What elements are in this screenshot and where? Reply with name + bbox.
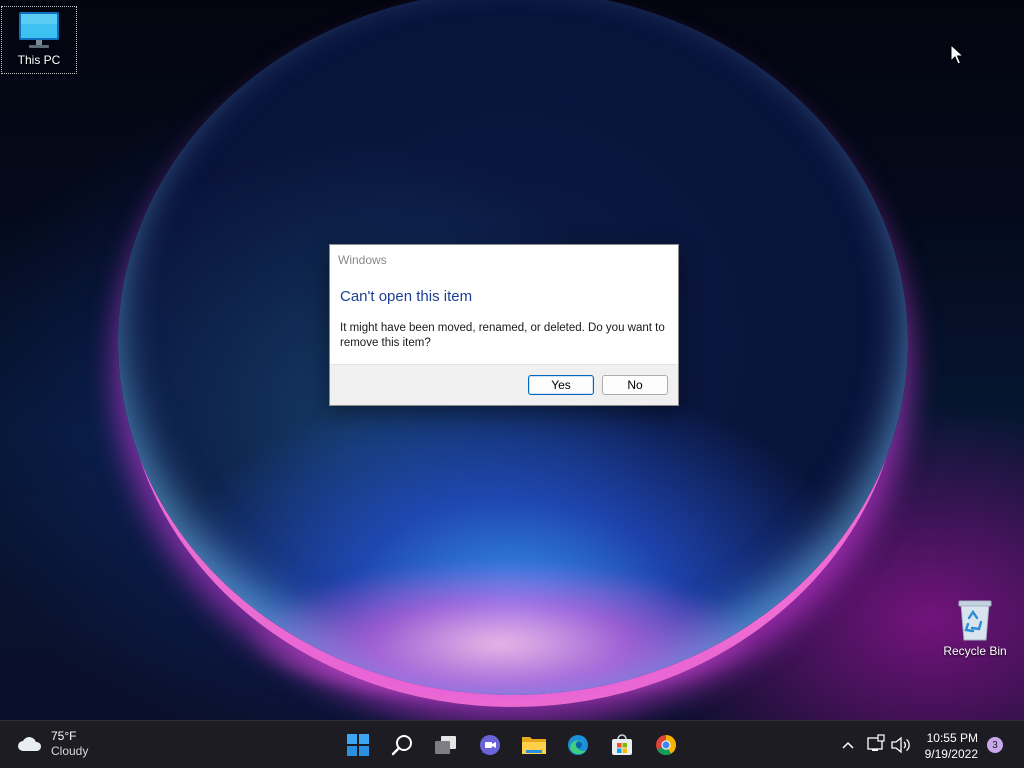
search-icon — [391, 735, 412, 756]
error-dialog: Windows Can't open this item It might ha… — [329, 244, 679, 406]
computer-icon — [19, 12, 59, 48]
file-explorer-button[interactable] — [512, 721, 556, 768]
chrome-icon — [656, 735, 677, 756]
taskbar: 75°F Cloudy 10:55 PM 9/19/2022 3 — [0, 720, 1024, 768]
chrome-button[interactable] — [644, 721, 688, 768]
file-explorer-icon — [522, 737, 546, 754]
edge-icon — [568, 735, 588, 755]
notification-badge[interactable]: 3 — [987, 737, 1003, 753]
no-button[interactable]: No — [602, 375, 668, 395]
store-button[interactable] — [600, 721, 644, 768]
edge-button[interactable] — [556, 721, 600, 768]
desktop-icon-label: This PC — [17, 53, 61, 67]
chat-button[interactable] — [468, 721, 512, 768]
clock-time: 10:55 PM — [926, 731, 978, 745]
clock-date: 9/19/2022 — [924, 747, 978, 761]
wallpaper-glow — [240, 560, 760, 700]
weather-widget[interactable]: 75°F Cloudy — [17, 729, 88, 759]
windows-start-icon — [347, 734, 369, 756]
dialog-button-bar: Yes No — [330, 364, 678, 405]
weather-temperature: 75°F — [51, 729, 77, 743]
recycle-bin-icon — [958, 600, 992, 641]
dialog-caption: Windows — [338, 253, 387, 267]
cloud-icon — [18, 737, 42, 751]
desktop-icon-recycle-bin[interactable]: Recycle Bin — [937, 596, 1013, 664]
dialog-message: It might have been moved, renamed, or de… — [340, 322, 665, 349]
yes-button[interactable]: Yes — [528, 375, 594, 395]
desktop-icon-this-pc[interactable]: This PC — [1, 6, 77, 74]
taskbar-clock[interactable]: 10:55 PM 9/19/2022 — [920, 730, 978, 762]
chevron-up-icon[interactable] — [840, 733, 856, 757]
search-button[interactable] — [380, 721, 424, 768]
volume-icon[interactable] — [890, 733, 912, 757]
start-button[interactable] — [336, 721, 380, 768]
weather-condition: Cloudy — [51, 744, 89, 758]
desktop-icon-label: Recycle Bin — [943, 644, 1007, 658]
taskbar-app-list — [336, 721, 688, 768]
mouse-pointer-icon — [950, 44, 964, 65]
teams-chat-icon — [480, 735, 500, 755]
task-view-icon — [435, 736, 456, 754]
network-icon[interactable] — [866, 733, 886, 757]
dialog-heading: Can't open this item — [340, 288, 473, 305]
task-view-button[interactable] — [424, 721, 468, 768]
store-icon — [612, 734, 632, 755]
